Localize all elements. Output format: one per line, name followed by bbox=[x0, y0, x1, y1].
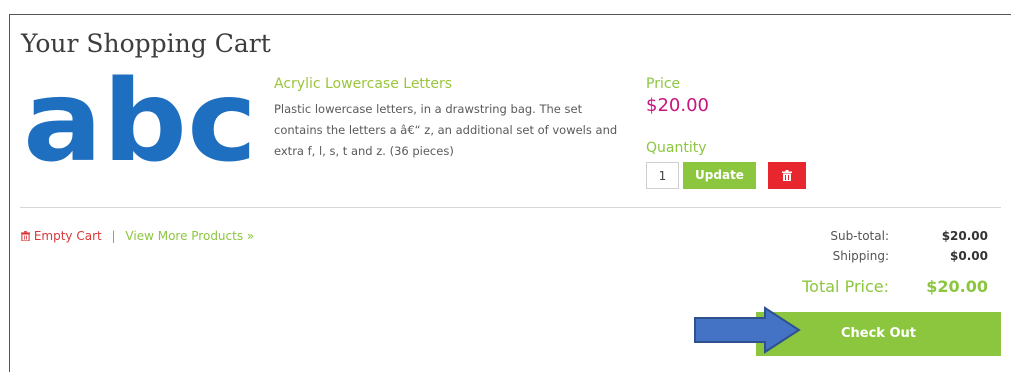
quantity-input[interactable] bbox=[646, 162, 679, 189]
product-image[interactable]: abc bbox=[23, 70, 259, 174]
update-button[interactable]: Update bbox=[683, 162, 756, 189]
link-separator: | bbox=[111, 229, 116, 243]
price-value: $20.00 bbox=[646, 95, 709, 116]
subtotal-label: Sub-total: bbox=[830, 229, 889, 243]
trash-icon bbox=[782, 170, 792, 181]
delete-item-button[interactable] bbox=[768, 162, 806, 189]
product-name[interactable]: Acrylic Lowercase Letters bbox=[274, 76, 452, 92]
page-title: Your Shopping Cart bbox=[21, 29, 271, 58]
shipping-label: Shipping: bbox=[832, 249, 889, 263]
total-price-label: Total Price: bbox=[802, 277, 889, 296]
right-arrow-icon bbox=[694, 306, 801, 354]
view-more-products-link[interactable]: View More Products » bbox=[125, 229, 254, 243]
total-price-value: $20.00 bbox=[926, 277, 988, 296]
trash-icon bbox=[21, 231, 30, 242]
price-label: Price bbox=[646, 76, 681, 92]
cart-links: Empty Cart | View More Products » bbox=[21, 229, 254, 243]
quantity-label: Quantity bbox=[646, 140, 707, 156]
empty-cart-link[interactable]: Empty Cart bbox=[21, 229, 106, 243]
subtotal-value: $20.00 bbox=[941, 229, 988, 243]
product-description: Plastic lowercase letters, in a drawstri… bbox=[274, 102, 618, 158]
product-image-text: abc bbox=[23, 70, 257, 174]
shipping-value: $0.00 bbox=[950, 249, 988, 263]
empty-cart-label: Empty Cart bbox=[33, 229, 102, 243]
divider bbox=[20, 207, 1001, 208]
